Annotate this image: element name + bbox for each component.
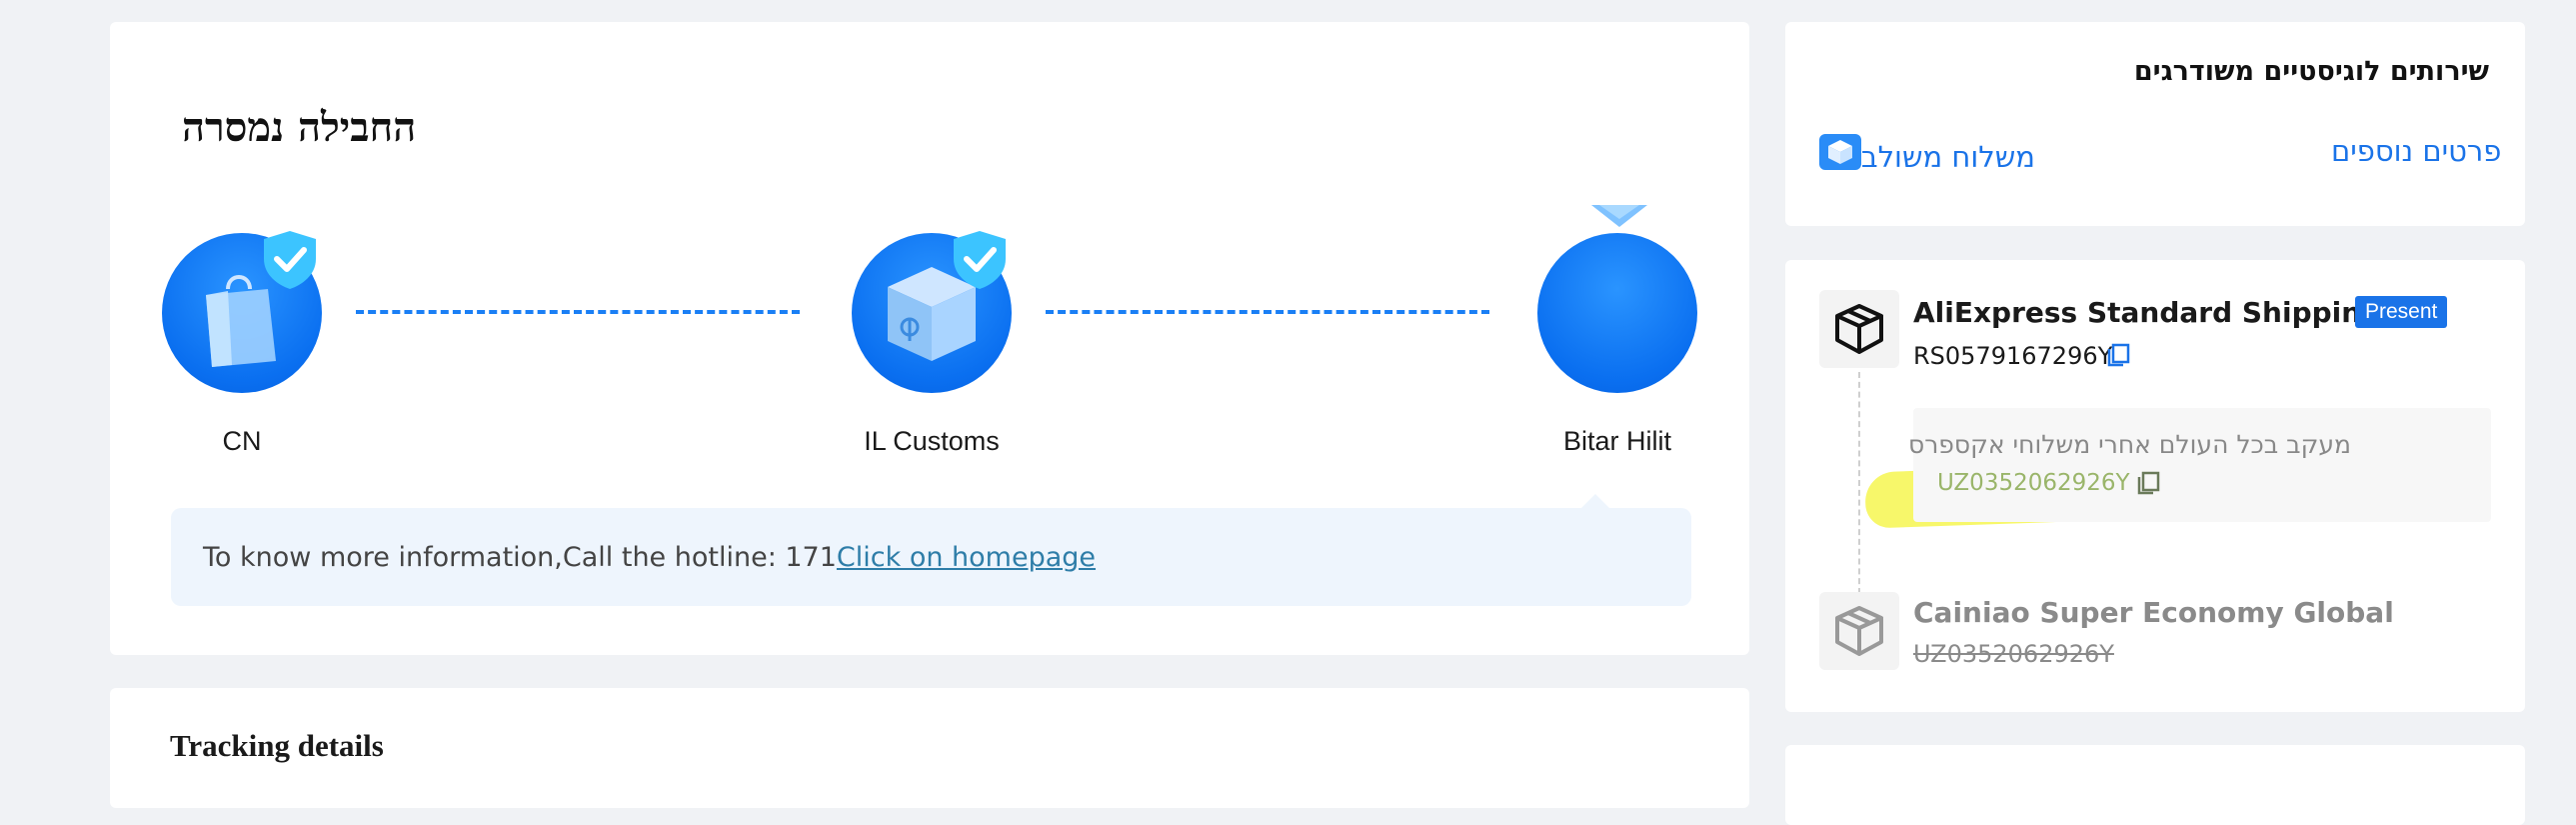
hotline-text: To know more information,Call the hotlin… bbox=[203, 542, 1096, 573]
express-tracking-number: UZ0352062926Y bbox=[1937, 470, 2130, 496]
destination-node-label: Bitar Hilit bbox=[1562, 426, 1671, 456]
origin-node bbox=[162, 231, 322, 393]
express-tracking-panel: מעקב בכל העולם אחרי משלוחי אקספרס UZ0352… bbox=[1908, 408, 2491, 522]
destination-node bbox=[1537, 205, 1697, 393]
carrier-package-icon-box bbox=[1819, 290, 1899, 368]
hotline-message: To know more information,Call the hotlin… bbox=[203, 542, 837, 573]
tracking-number: RS0579167296Y bbox=[1913, 342, 2113, 370]
previous-carrier-name: Cainiao Super Economy Global bbox=[1913, 596, 2394, 629]
customs-node bbox=[852, 231, 1012, 393]
previous-tracking-number: UZ0352062926Y bbox=[1913, 640, 2114, 668]
express-tracking-description: מעקב בכל העולם אחרי משלוחי אקספרס bbox=[1907, 430, 2351, 459]
carrier-name: AliExpress Standard Shipping bbox=[1913, 296, 2382, 329]
origin-node-label: CN bbox=[222, 426, 262, 456]
customs-node-label: IL Customs bbox=[864, 426, 1000, 456]
copy-icon[interactable] bbox=[2135, 470, 2161, 496]
copy-icon[interactable] bbox=[2105, 342, 2131, 368]
carrier-tracking-card: AliExpress Standard Shipping Present RS0… bbox=[1785, 260, 2525, 712]
verified-shield-icon bbox=[264, 231, 316, 289]
carrier-package-icon-box bbox=[1819, 592, 1899, 670]
package-outline-icon bbox=[1835, 606, 1883, 656]
tracking-details-card: Tracking details bbox=[110, 688, 1749, 808]
delivery-status-card: החבילה נמסרה CN IL Customs Bitar Hilit T… bbox=[110, 22, 1749, 655]
progress-line-1 bbox=[356, 310, 800, 314]
progress-line-2 bbox=[1046, 310, 1489, 314]
tracking-details-title: Tracking details bbox=[170, 728, 384, 763]
combined-shipping-link[interactable]: משלוח משולב bbox=[1861, 140, 2035, 174]
delivery-status-title: החבילה נמסרה bbox=[182, 104, 417, 151]
additional-info-card bbox=[1785, 745, 2525, 825]
homepage-link[interactable]: Click on homepage bbox=[837, 542, 1096, 573]
location-marker-icon bbox=[1591, 205, 1647, 227]
combined-shipping-icon bbox=[1819, 134, 1861, 170]
more-details-link[interactable]: פרטים נוספים bbox=[2331, 134, 2501, 168]
logistics-services-title: שירותים לוגיסטיים משודרגים bbox=[2133, 56, 2489, 87]
verified-shield-icon bbox=[954, 231, 1006, 289]
logistics-services-card: שירותים לוגיסטיים משודרגים פרטים נוספים … bbox=[1785, 22, 2525, 226]
present-badge: Present bbox=[2355, 296, 2448, 328]
package-outline-icon bbox=[1835, 304, 1883, 354]
banner-pointer bbox=[1581, 494, 1609, 508]
carrier-connector-line bbox=[1858, 372, 1860, 594]
hotline-info-banner: To know more information,Call the hotlin… bbox=[171, 494, 1691, 606]
